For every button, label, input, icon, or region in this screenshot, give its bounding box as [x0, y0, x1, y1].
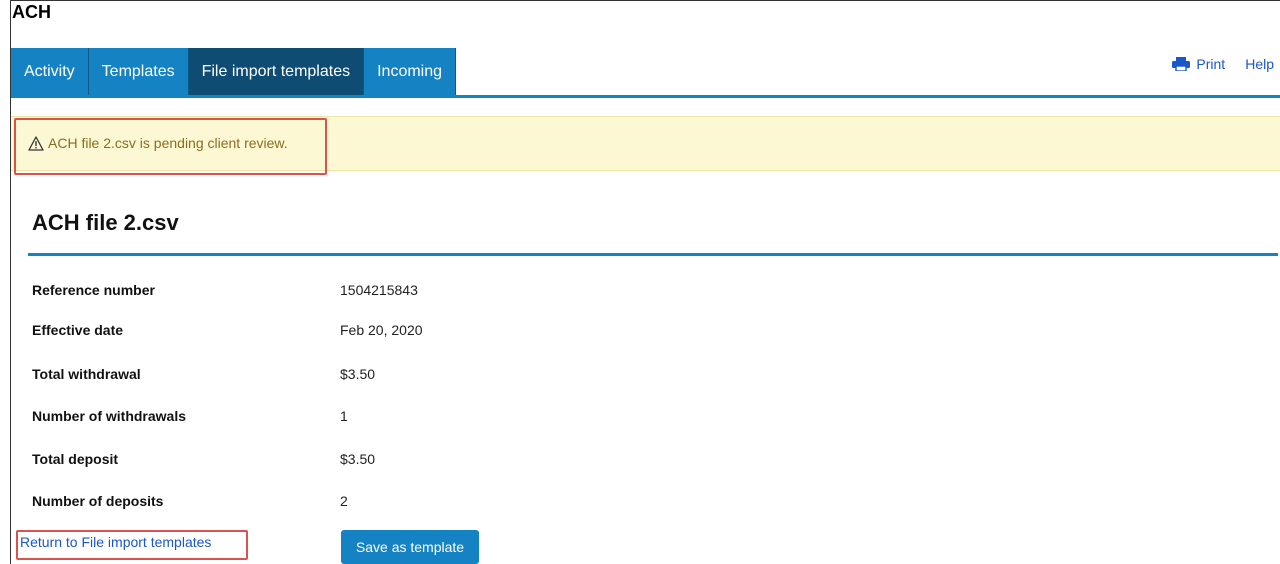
help-link[interactable]: Help — [1245, 56, 1274, 72]
detail-label: Total withdrawal — [32, 366, 141, 382]
top-links: Print Help — [1171, 56, 1274, 72]
title-divider — [28, 253, 1278, 256]
return-to-file-import-templates-link[interactable]: Return to File import templates — [20, 534, 211, 550]
save-as-template-button[interactable]: Save as template — [341, 530, 479, 564]
detail-label: Number of deposits — [32, 493, 164, 509]
page-title: ACH file 2.csv — [32, 210, 179, 235]
alert-text: ACH file 2.csv is pending client review. — [48, 135, 288, 151]
tab-bar: Activity Templates File import templates… — [11, 48, 457, 96]
detail-label: Total deposit — [32, 451, 119, 467]
detail-value: 2 — [340, 493, 348, 509]
tab-file-import-templates[interactable]: File import templates — [188, 48, 365, 96]
app-title: ACH — [12, 2, 51, 22]
detail-value: $3.50 — [340, 366, 376, 382]
tab-incoming[interactable]: Incoming — [364, 48, 457, 96]
detail-value: 1 — [340, 408, 348, 424]
tab-activity[interactable]: Activity — [11, 48, 89, 96]
detail-value: 1504215843 — [340, 282, 418, 298]
print-link[interactable]: Print — [1171, 56, 1225, 72]
detail-label: Reference number — [32, 282, 155, 298]
tab-underline — [11, 95, 1280, 98]
detail-value: $3.50 — [340, 451, 376, 467]
print-label: Print — [1196, 56, 1226, 72]
detail-label: Effective date — [32, 322, 124, 338]
detail-label: Number of withdrawals — [32, 408, 187, 424]
alert-message: ACH file 2.csv is pending client review. — [28, 135, 288, 151]
warning-triangle-icon — [28, 135, 44, 151]
detail-value: Feb 20, 2020 — [340, 322, 423, 338]
printer-icon — [1172, 57, 1191, 71]
tab-templates[interactable]: Templates — [88, 48, 189, 96]
